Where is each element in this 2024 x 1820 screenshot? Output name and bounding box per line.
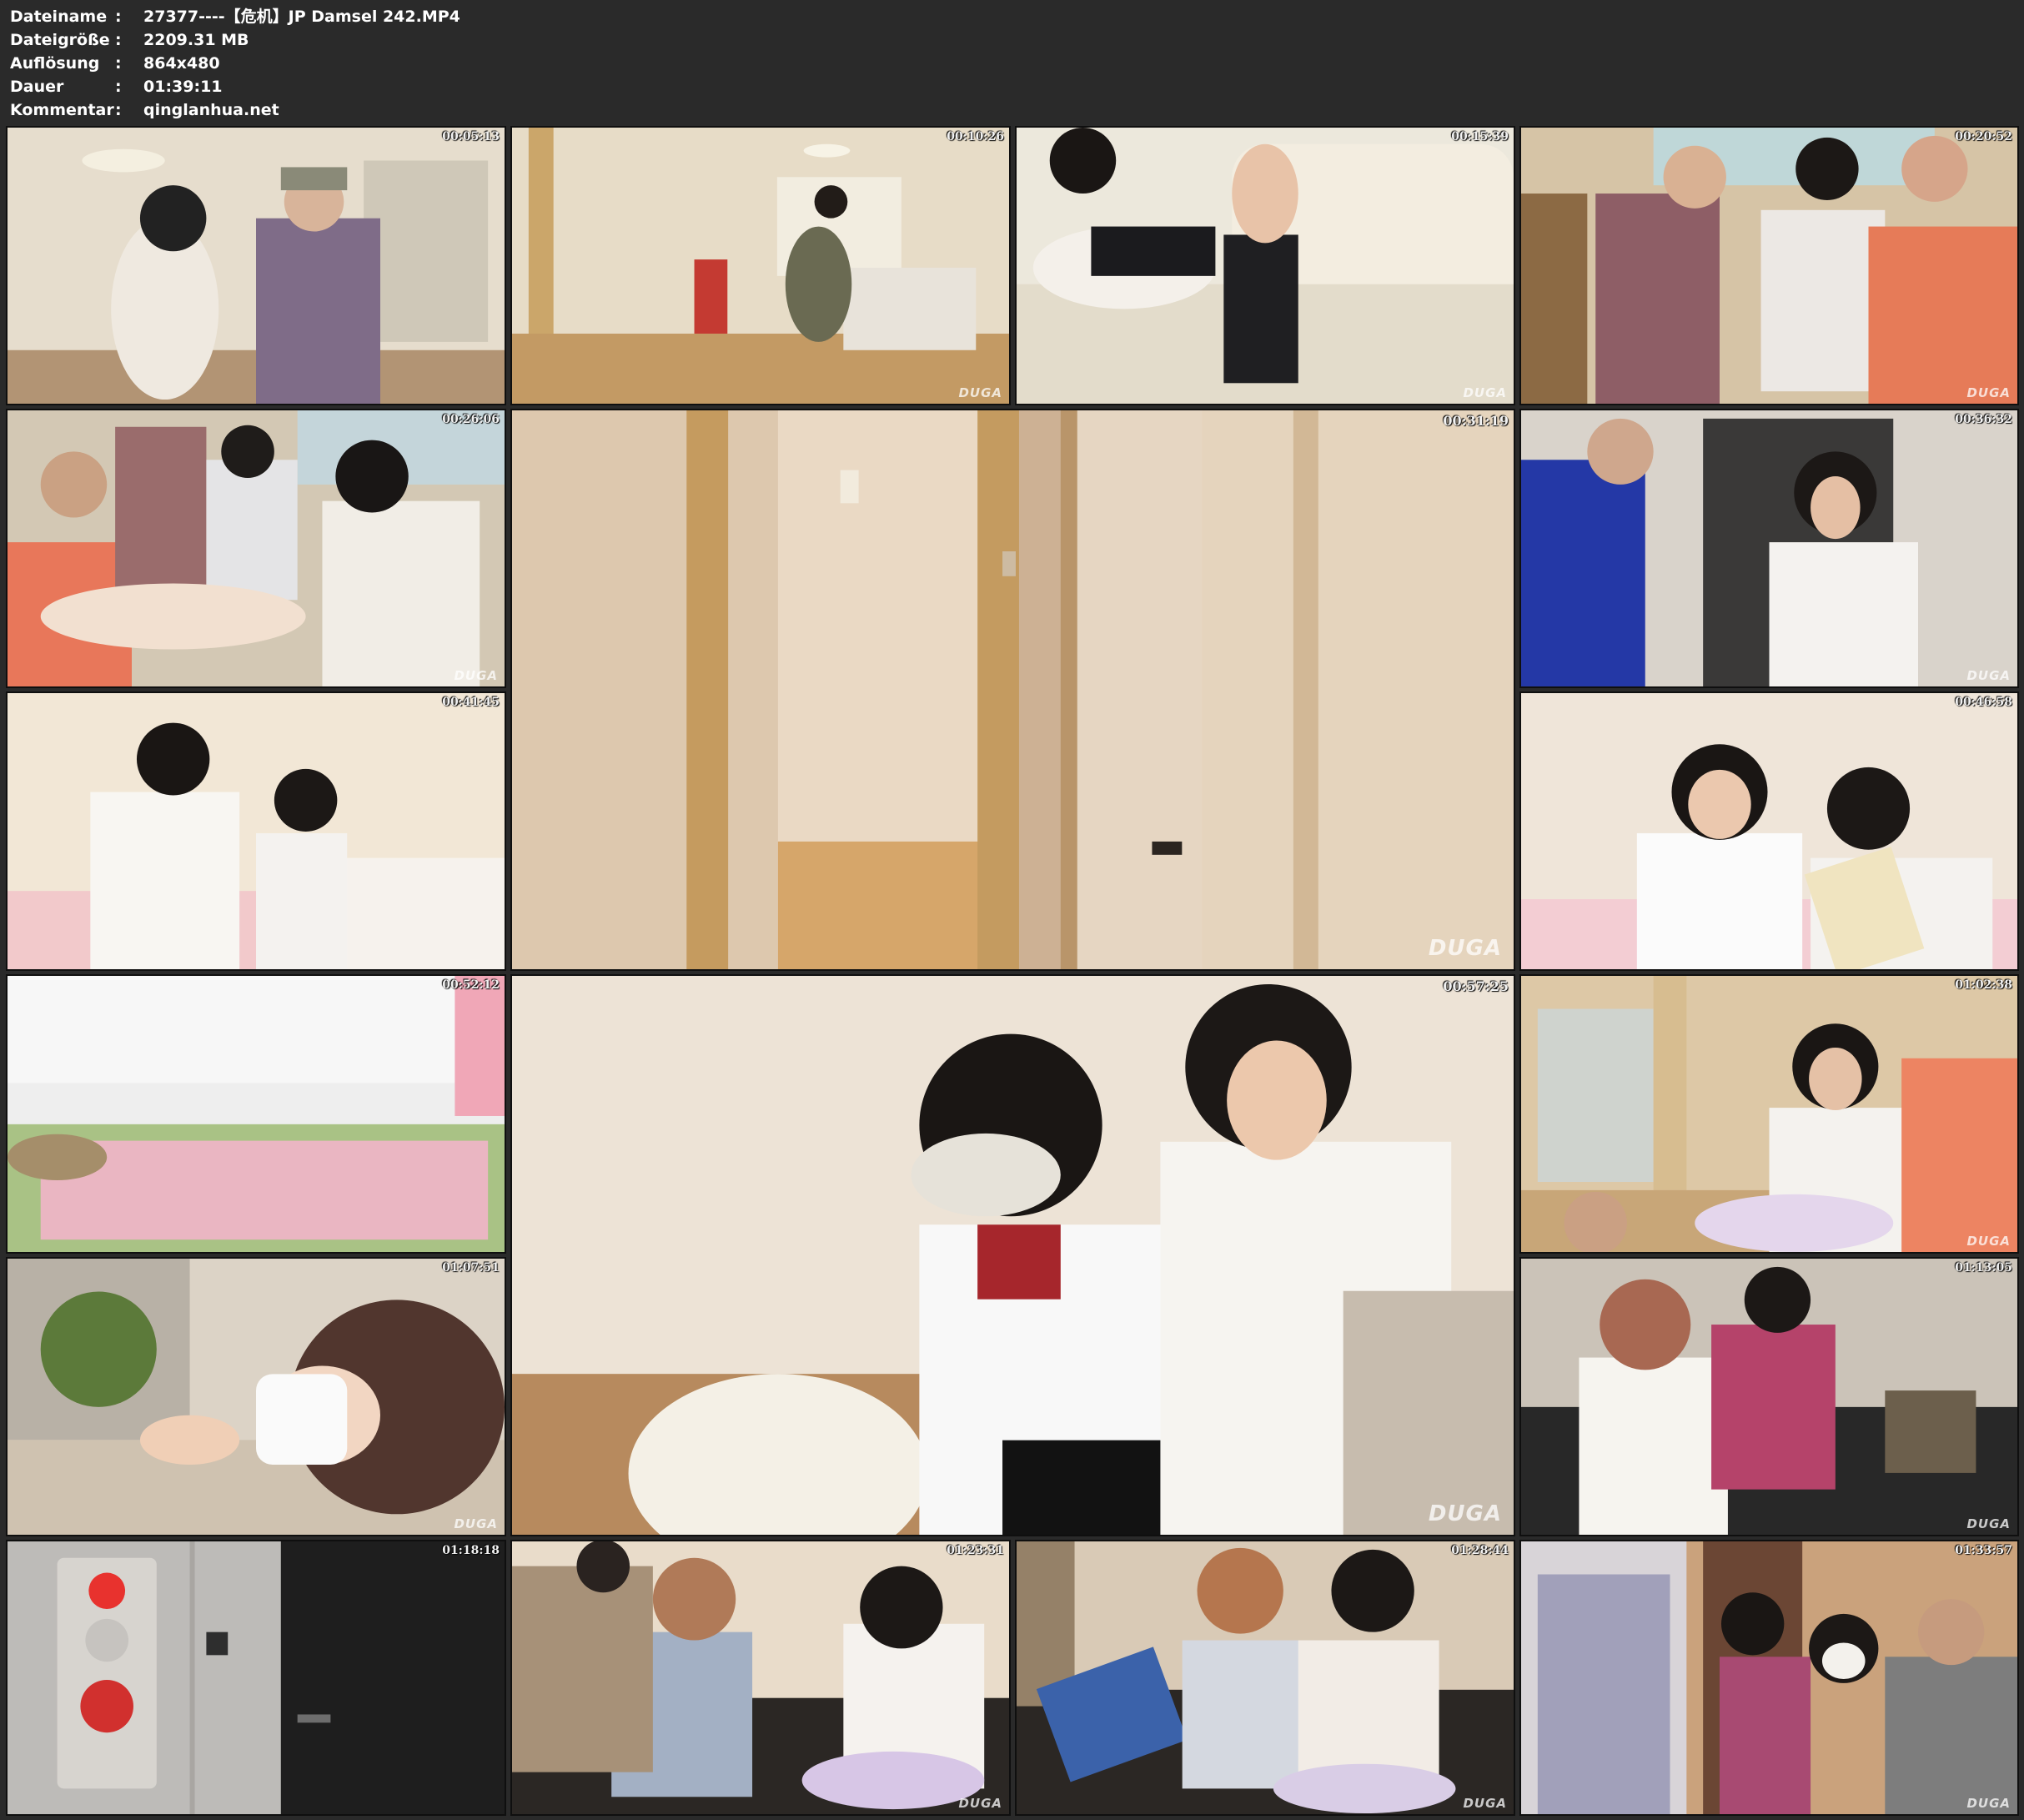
thumbnail-7: 00:36:32 DUGA: [1519, 409, 2019, 688]
thumbnail-10: 00:52:12: [6, 974, 506, 1254]
duration-value: 01:39:11: [143, 78, 223, 96]
thumbnail-6: 00:31:19 DUGA: [510, 409, 1515, 971]
thumbnail-18: 01:33:57 DUGA: [1519, 1540, 2019, 1816]
duga-watermark: DUGA: [1966, 1796, 2011, 1811]
thumbnail-11: 00:57:25 DUGA: [510, 974, 1515, 1536]
info-row-duration: Dauer : 01:39:11: [10, 75, 1011, 98]
info-row-comment: Kommentar : qinglanhua.net: [10, 98, 1011, 122]
separator: :: [115, 78, 122, 96]
separator: :: [115, 54, 122, 73]
timestamp: 00:57:25: [1443, 978, 1509, 994]
thumbnail-1: 00:05:13: [6, 126, 506, 405]
thumbnail-14: 01:13:05 DUGA: [1519, 1257, 2019, 1536]
info-row-filename: Dateiname : 27377----【危机】JP Damsel 242.M…: [10, 5, 1011, 28]
timestamp: 00:26:06: [442, 413, 500, 426]
info-row-resolution: Auflösung : 864x480: [10, 52, 1011, 75]
duga-watermark: DUGA: [1428, 936, 1502, 961]
duga-watermark: DUGA: [1966, 385, 2011, 400]
duga-watermark: DUGA: [1428, 1501, 1502, 1526]
thumbnail-5: 00:26:06 DUGA: [6, 409, 506, 688]
thumbnail-9: 00:46:58: [1519, 691, 2019, 971]
timestamp: 01:07:51: [442, 1261, 500, 1275]
duga-watermark: DUGA: [1966, 668, 2011, 683]
duga-watermark: DUGA: [1966, 1234, 2011, 1249]
timestamp: 00:31:19: [1443, 413, 1509, 429]
duga-watermark: DUGA: [1463, 1796, 1507, 1811]
timestamp: 00:41:45: [442, 696, 500, 709]
size-value: 2209.31 MB: [143, 31, 249, 49]
separator: :: [115, 101, 122, 119]
timestamp: 00:36:32: [1955, 413, 2012, 426]
filename-value: 27377----【危机】JP Damsel 242.MP4: [143, 8, 460, 26]
separator: :: [115, 8, 122, 26]
thumbnail-8: 00:41:45: [6, 691, 506, 971]
duga-watermark: DUGA: [454, 668, 498, 683]
comment-value: qinglanhua.net: [143, 101, 279, 119]
info-row-size: Dateigröße : 2209.31 MB: [10, 28, 1011, 52]
thumbnail-17: 01:28:44 DUGA: [1015, 1540, 1515, 1816]
thumbnail-4: 00:20:52 DUGA: [1519, 126, 2019, 405]
separator: :: [115, 31, 122, 49]
timestamp: 01:13:05: [1955, 1261, 2012, 1275]
timestamp: 00:10:26: [947, 130, 1004, 143]
duga-watermark: DUGA: [454, 1516, 498, 1531]
thumbnail-13: 01:07:51 DUGA: [6, 1257, 506, 1536]
resolution-value: 864x480: [143, 54, 220, 73]
timestamp: 01:33:57: [1955, 1544, 2012, 1557]
resolution-label: Auflösung: [10, 54, 100, 73]
duga-watermark: DUGA: [958, 385, 1002, 400]
timestamp: 00:15:39: [1451, 130, 1509, 143]
comment-label: Kommentar: [10, 101, 114, 119]
timestamp: 01:28:44: [1451, 1544, 1509, 1557]
duga-watermark: DUGA: [1463, 385, 1507, 400]
filename-label: Dateiname: [10, 8, 108, 26]
timestamp: 00:05:13: [442, 130, 500, 143]
thumbnail-2: 00:10:26 DUGA: [510, 126, 1011, 405]
duration-label: Dauer: [10, 78, 64, 96]
timestamp: 00:46:58: [1955, 696, 2012, 709]
timestamp: 00:52:12: [442, 978, 500, 992]
size-label: Dateigröße: [10, 31, 110, 49]
timestamp: 01:23:31: [947, 1544, 1004, 1557]
duga-watermark: DUGA: [958, 1796, 1002, 1811]
thumbnail-3: 00:15:39 DUGA: [1015, 126, 1515, 405]
thumbnail-12: 01:02:38 DUGA: [1519, 974, 2019, 1254]
thumbnail-16: 01:23:31 DUGA: [510, 1540, 1011, 1816]
thumbnail-grid: 00:05:13 00:10:26 DUGA 00:15:39 DUGA 00:…: [6, 126, 2019, 1816]
file-info-header: Dateiname : 27377----【危机】JP Damsel 242.M…: [10, 5, 1011, 122]
timestamp: 01:18:18: [442, 1544, 500, 1557]
timestamp: 01:02:38: [1955, 978, 2012, 992]
duga-watermark: DUGA: [1966, 1516, 2011, 1531]
thumbnail-15: 01:18:18: [6, 1540, 506, 1816]
timestamp: 00:20:52: [1955, 130, 2012, 143]
